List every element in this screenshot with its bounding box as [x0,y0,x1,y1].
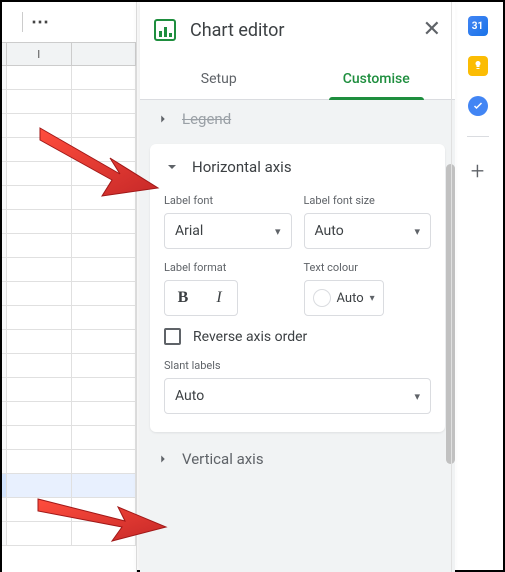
tab-setup[interactable]: Setup [140,58,298,99]
label-format-field: Label format B I [164,261,292,316]
reverse-axis-checkbox[interactable]: Reverse axis order [164,328,431,345]
column-headers[interactable]: I [2,42,136,66]
col-next[interactable] [72,43,137,65]
section-legend[interactable]: Legend [150,108,445,138]
close-icon[interactable]: ✕ [423,19,441,41]
chart-icon [154,19,176,41]
bold-button[interactable]: B [165,281,201,315]
chevron-down-icon [164,159,180,175]
label-font-select[interactable]: Arial [164,213,292,249]
slant-select[interactable]: Auto [164,378,431,414]
keep-icon[interactable] [468,56,488,76]
reverse-axis-label: Reverse axis order [193,329,307,345]
tasks-icon[interactable] [468,96,488,116]
chart-editor-panel: Chart editor ✕ Setup Customise Legend Ho… [140,2,455,572]
checkbox-icon [164,328,181,345]
text-colour-label: Text colour [304,261,432,274]
label-font-label: Label font [164,194,292,207]
legend-label: Legend [182,110,231,128]
right-sidebar: 31 + [451,2,503,572]
label-font-field: Label font Arial [164,194,292,249]
sidebar-divider [467,136,489,137]
tabs: Setup Customise [140,58,455,100]
vertical-axis-label: Vertical axis [182,450,264,468]
horizontal-axis-toggle[interactable]: Horizontal axis [164,158,431,176]
colour-swatch-icon [313,289,331,307]
horizontal-axis-title: Horizontal axis [192,158,292,176]
customise-scroll[interactable]: Legend Horizontal axis Label font Arial … [140,100,455,572]
text-colour-value: Auto [337,291,364,306]
editor-header: Chart editor ✕ [140,2,455,58]
chevron-right-icon [156,452,170,466]
toolbar: ⋯ [2,2,136,42]
toolbar-separator [22,12,23,32]
annotation-arrow-1 [30,118,160,208]
text-colour-select[interactable]: Auto ▾ [304,280,384,316]
spreadsheet-area: ⋯ I [2,2,137,572]
section-horizontal-axis: Horizontal axis Label font Arial Label f… [150,144,445,432]
slant-label: Slant labels [164,359,431,372]
editor-title: Chart editor [190,20,409,41]
label-font-size-select[interactable]: Auto [304,213,432,249]
calendar-icon[interactable]: 31 [468,16,488,36]
section-vertical-axis[interactable]: Vertical axis [150,440,445,478]
more-icon[interactable]: ⋯ [31,12,50,33]
text-colour-field: Text colour Auto ▾ [304,261,432,316]
add-addon-icon[interactable]: + [471,157,485,185]
italic-button[interactable]: I [201,281,237,315]
label-format-label: Label format [164,261,292,274]
label-font-size-label: Label font size [304,194,432,207]
annotation-arrow-2 [30,491,170,551]
label-font-size-field: Label font size Auto [304,194,432,249]
col-i[interactable]: I [7,43,72,65]
tab-customise[interactable]: Customise [298,58,456,99]
